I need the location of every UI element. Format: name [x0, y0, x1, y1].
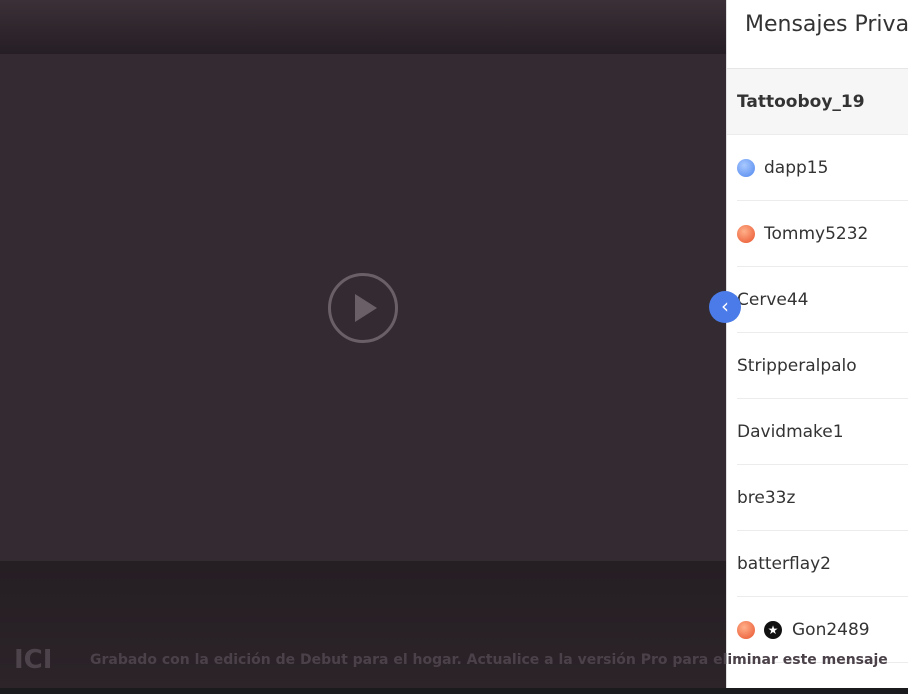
chat-item[interactable]: dapp15 [737, 135, 908, 201]
chat-item[interactable]: bre33z [737, 465, 908, 531]
status-dot-icon [737, 158, 755, 177]
chevron-left-icon: ‹ [721, 294, 729, 318]
status-dot-icon [737, 620, 755, 639]
chat-item-label: Gon2489 [792, 619, 870, 640]
chat-item-label: batterflay2 [737, 553, 831, 574]
star-badge-icon: ★ [764, 620, 782, 639]
window-bottom-edge [0, 688, 908, 694]
panel-title: Mensajes Privados [745, 12, 908, 37]
chat-item-label: dapp15 [764, 157, 829, 178]
chat-item[interactable]: batterflay2 [737, 531, 908, 597]
chat-item-label: Tattooboy_19 [737, 91, 865, 112]
chat-item-label: Cerve44 [737, 289, 809, 310]
video-placeholder-icon [328, 272, 398, 343]
video-frame[interactable] [0, 54, 726, 561]
chat-list: Tattooboy_19 dapp15 Tommy5232 Cerve44 Stripp… [727, 69, 908, 663]
watermark-logo: ICI [14, 645, 53, 675]
chat-item[interactable]: Tommy5232 [737, 201, 908, 267]
status-dot-icon [737, 224, 755, 243]
chat-item[interactable]: Tattooboy_19 [727, 69, 908, 135]
chat-item[interactable]: Davidmake1 [737, 399, 908, 465]
chat-item-label: bre33z [737, 487, 796, 508]
private-messages-panel: Mensajes Privados Tattooboy_19 dapp15 Tomm… [726, 0, 908, 688]
video-stage: ICI [0, 0, 726, 694]
collapse-panel-button[interactable]: ‹ [709, 291, 741, 323]
chat-item[interactable]: Cerve44 [737, 267, 908, 333]
chat-item-label: Tommy5232 [764, 223, 869, 244]
chat-item[interactable]: Stripperalpalo [737, 333, 908, 399]
chat-item-label: Davidmake1 [737, 421, 844, 442]
chat-item-label: Stripperalpalo [737, 355, 857, 376]
watermark-text: Grabado con la edición de Debut para el … [90, 652, 888, 668]
